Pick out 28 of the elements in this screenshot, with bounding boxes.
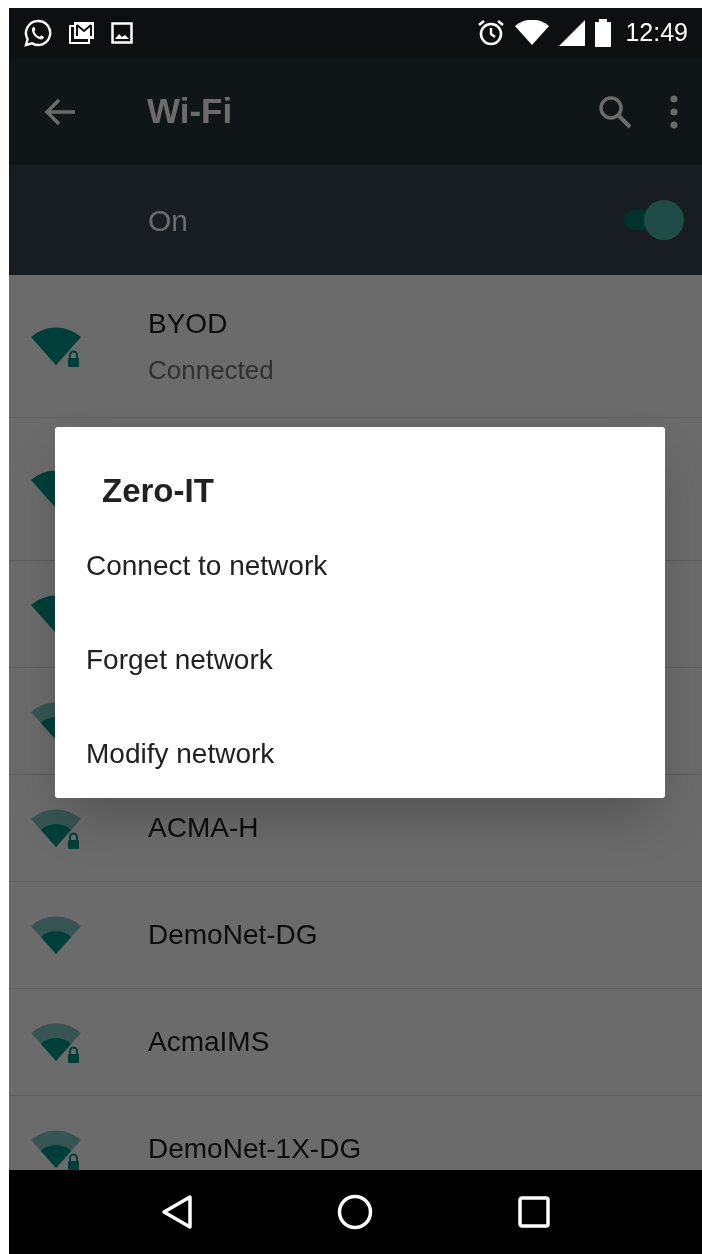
network-row[interactable]: DemoNet-DG — [9, 882, 702, 989]
mail-icon — [69, 21, 95, 45]
network-row[interactable]: BYOD Connected — [9, 275, 702, 418]
home-icon[interactable] — [337, 1194, 374, 1230]
network-row[interactable]: AcmaIMS — [9, 989, 702, 1096]
dialog-title: Zero-IT — [102, 471, 215, 511]
network-name: AcmaIMS — [148, 1025, 270, 1059]
cell-signal-icon — [559, 20, 586, 46]
alarm-clock-icon — [477, 19, 506, 47]
network-status: Connected — [148, 353, 274, 387]
back-icon[interactable] — [161, 1194, 194, 1230]
recent-apps-icon[interactable] — [517, 1196, 550, 1228]
dialog-option[interactable]: Connect to network — [55, 519, 665, 613]
back-arrow-icon[interactable] — [43, 96, 77, 127]
network-name: DemoNet-1X-DG — [148, 1132, 362, 1166]
more-options-icon[interactable] — [670, 94, 678, 129]
toggle-label: On — [148, 202, 189, 239]
search-icon[interactable] — [598, 94, 632, 129]
chat-icon — [23, 18, 53, 48]
network-name: DemoNet-DG — [148, 918, 318, 952]
battery-icon — [595, 19, 612, 47]
clock-time: 12:49 — [625, 17, 688, 49]
wifi-signal-icon — [515, 20, 550, 46]
network-name: BYOD — [148, 306, 229, 341]
image-icon — [111, 22, 133, 44]
network-name: ACMA-H — [148, 811, 259, 845]
dialog-option[interactable]: Forget network — [55, 613, 665, 707]
screen-title: Wi-Fi — [147, 90, 233, 133]
